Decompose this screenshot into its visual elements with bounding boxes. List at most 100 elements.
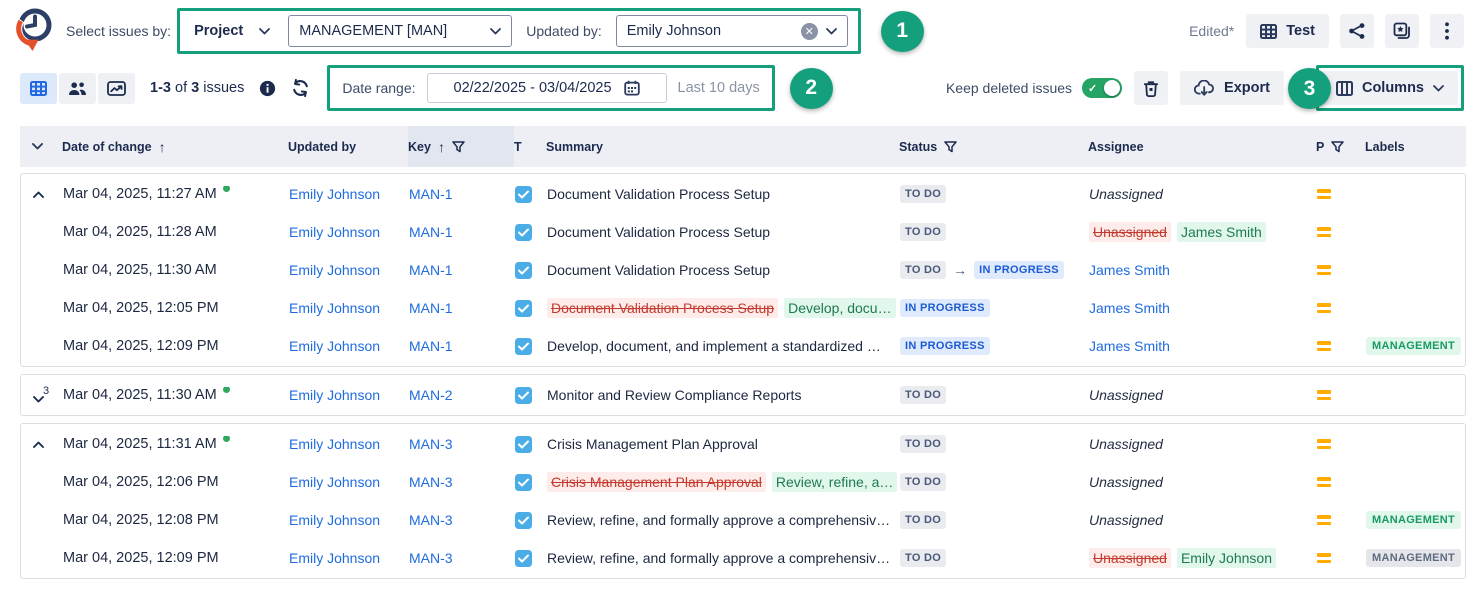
columns-label: Columns	[1362, 80, 1424, 96]
calendar-icon[interactable]	[624, 80, 640, 96]
issue-key-link[interactable]: MAN-3	[409, 474, 453, 490]
column-header-key[interactable]: Key ↑	[408, 126, 514, 167]
updated-by-link[interactable]: Emily Johnson	[289, 338, 380, 354]
toggle-thumb	[1104, 80, 1120, 96]
summary-new-value: Review, refine, a…	[772, 472, 898, 492]
table-row: Mar 04, 2025, 11:30 AM Emily Johnson MAN…	[21, 251, 1465, 289]
table-row: Mar 04, 2025, 11:28 AM Emily Johnson MAN…	[21, 213, 1465, 251]
keep-deleted-toggle[interactable]: ✓	[1082, 78, 1122, 98]
main-toolbar: Select issues by: Project MANAGEMENT [MA…	[0, 0, 1478, 62]
refresh-icon[interactable]	[291, 79, 310, 97]
task-type-icon	[515, 224, 532, 241]
task-type-icon	[515, 436, 532, 453]
issue-key-link[interactable]: MAN-3	[409, 436, 453, 452]
column-header-assignee[interactable]: Assignee	[1088, 126, 1316, 167]
assignee-link[interactable]: James Smith	[1089, 300, 1170, 316]
assignee-unassigned: Unassigned	[1089, 186, 1163, 202]
delete-button[interactable]	[1134, 71, 1168, 105]
report-name-button[interactable]: Test	[1246, 14, 1329, 48]
report-name: Test	[1286, 23, 1315, 39]
issue-key-link[interactable]: MAN-1	[409, 262, 453, 278]
updated-by-value: Emily Johnson	[627, 23, 793, 39]
summary-old-value: Crisis Management Plan Approval	[547, 472, 766, 492]
column-header-type[interactable]: T	[514, 126, 546, 167]
updated-by-link[interactable]: Emily Johnson	[289, 512, 380, 528]
summary-text: Document Validation Process Setup	[547, 224, 900, 240]
table-row: Mar 04, 2025, 12:05 PM Emily Johnson MAN…	[21, 289, 1465, 327]
summary-text: Document Validation Process Setup	[547, 262, 900, 278]
project-select[interactable]: MANAGEMENT [MAN]	[288, 15, 512, 47]
change-date: Mar 04, 2025, 11:31 AM	[63, 436, 289, 452]
assignee-link[interactable]: James Smith	[1089, 262, 1170, 278]
assignee-unassigned: Unassigned	[1089, 436, 1163, 452]
updated-by-select[interactable]: Emily Johnson ✕	[616, 15, 848, 47]
export-button[interactable]: Export	[1180, 71, 1284, 105]
change-date: Mar 04, 2025, 12:08 PM	[63, 512, 289, 528]
column-header-status[interactable]: Status	[899, 126, 1088, 167]
priority-medium-icon	[1317, 439, 1331, 449]
issue-key-link[interactable]: MAN-3	[409, 512, 453, 528]
issue-key-link[interactable]: MAN-1	[409, 224, 453, 240]
status-badge: TO DO	[900, 549, 946, 567]
collapse-group-icon[interactable]	[33, 191, 44, 198]
date-range-value: 02/22/2025 - 03/04/2025	[454, 80, 612, 96]
assignee-unassigned: Unassigned	[1089, 474, 1163, 490]
change-date: Mar 04, 2025, 11:27 AM	[63, 186, 289, 202]
date-range-input[interactable]: 02/22/2025 - 03/04/2025	[427, 73, 667, 103]
updated-by-link[interactable]: Emily Johnson	[289, 436, 380, 452]
status-badge: TO DO	[900, 185, 946, 203]
saved-reports-button[interactable]	[1385, 14, 1419, 48]
table-view-button[interactable]	[20, 73, 57, 104]
expand-group-icon[interactable]: 3	[27, 387, 49, 403]
issue-key-link[interactable]: MAN-1	[409, 300, 453, 316]
sort-asc-icon[interactable]: ↑	[159, 139, 166, 155]
column-header-summary[interactable]: Summary	[546, 126, 899, 167]
annotation-box-3: Columns	[1316, 65, 1464, 111]
assignee-unassigned: Unassigned	[1089, 387, 1163, 403]
filter-icon[interactable]	[944, 141, 957, 153]
assignee-link[interactable]: James Smith	[1089, 338, 1170, 354]
updated-by-link[interactable]: Emily Johnson	[289, 300, 380, 316]
sort-asc-icon[interactable]: ↑	[438, 139, 445, 155]
assignee-old-value: Unassigned	[1089, 222, 1171, 242]
assignee-new-value: James Smith	[1177, 222, 1266, 242]
info-icon[interactable]	[259, 80, 276, 97]
updated-by-link[interactable]: Emily Johnson	[289, 387, 380, 403]
column-header-labels[interactable]: Labels	[1365, 126, 1466, 167]
assignee-new-value: Emily Johnson	[1177, 548, 1276, 568]
date-range-label: Date range:	[342, 80, 415, 96]
columns-button[interactable]: Columns	[1322, 71, 1458, 105]
column-header-updated-by[interactable]: Updated by	[288, 126, 408, 167]
issue-key-link[interactable]: MAN-3	[409, 550, 453, 566]
chart-view-button[interactable]	[98, 73, 135, 104]
share-button[interactable]	[1340, 14, 1374, 48]
issue-key-link[interactable]: MAN-1	[409, 186, 453, 202]
updated-by-link[interactable]: Emily Johnson	[289, 262, 380, 278]
updated-by-link[interactable]: Emily Johnson	[289, 186, 380, 202]
updated-by-link[interactable]: Emily Johnson	[289, 550, 380, 566]
issue-key-link[interactable]: MAN-2	[409, 387, 453, 403]
status-change-arrow-icon: →	[953, 262, 967, 278]
updated-by-link[interactable]: Emily Johnson	[289, 224, 380, 240]
users-view-button[interactable]	[59, 73, 96, 104]
more-menu-button[interactable]	[1430, 14, 1464, 48]
column-header-priority[interactable]: P	[1316, 126, 1365, 167]
table-row: Mar 04, 2025, 12:08 PM Emily Johnson MAN…	[21, 501, 1465, 539]
issue-key-link[interactable]: MAN-1	[409, 338, 453, 354]
collapse-all-control[interactable]	[20, 126, 62, 167]
chevron-down-icon	[1433, 85, 1444, 92]
filter-icon[interactable]	[452, 141, 465, 153]
share-icon	[1348, 22, 1366, 40]
select-by-dropdown[interactable]: Project	[190, 23, 274, 39]
task-type-icon	[515, 262, 532, 279]
filter-icon[interactable]	[1331, 141, 1344, 153]
column-header-date[interactable]: Date of change ↑	[62, 126, 288, 167]
table-row: Mar 04, 2025, 12:06 PM Emily Johnson MAN…	[21, 463, 1465, 501]
kebab-menu-icon	[1445, 22, 1449, 40]
users-view-icon	[68, 81, 87, 96]
label-badge: MANAGEMENT	[1366, 337, 1461, 355]
updated-by-link[interactable]: Emily Johnson	[289, 474, 380, 490]
collapse-group-icon[interactable]	[33, 441, 44, 448]
clear-filter-icon[interactable]: ✕	[801, 23, 818, 40]
table-row: Mar 04, 2025, 12:09 PM Emily Johnson MAN…	[21, 539, 1465, 577]
